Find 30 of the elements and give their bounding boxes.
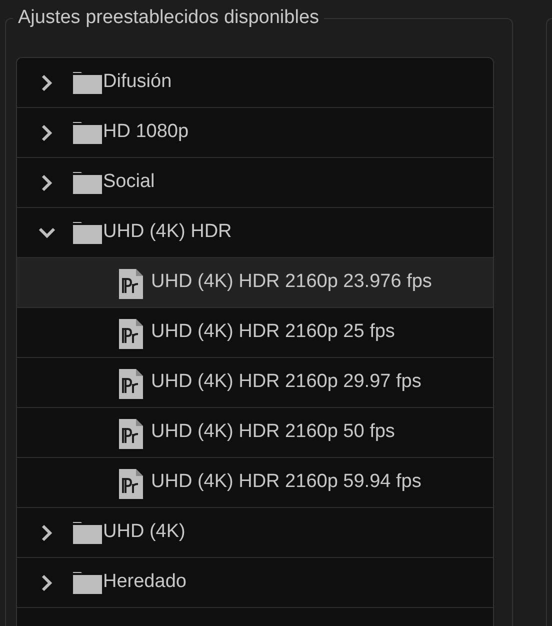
folder-icon — [73, 571, 102, 594]
chevron-down-icon[interactable] — [38, 226, 56, 238]
preset-row[interactable]: UHD (4K) HDR 2160p 23.976 fps — [17, 258, 493, 308]
folder-icon — [73, 71, 102, 94]
folder-name: Difusión — [103, 70, 172, 94]
chevron-right-icon[interactable] — [41, 524, 53, 542]
premiere-file-icon — [119, 318, 143, 348]
folder-name: Heredado — [103, 570, 186, 594]
folder-name: Social — [103, 170, 155, 194]
folder-icon — [73, 221, 102, 244]
preset-name: UHD (4K) HDR 2160p 59.94 fps — [151, 470, 422, 494]
chevron-right-icon[interactable] — [41, 74, 53, 92]
premiere-file-icon — [119, 268, 143, 298]
folder-icon — [73, 171, 102, 194]
chevron-right-icon[interactable] — [41, 124, 53, 142]
folder-name: UHD (4K) HDR — [103, 220, 232, 244]
folder-icon — [73, 521, 102, 544]
preset-name: UHD (4K) HDR 2160p 23.976 fps — [151, 270, 432, 294]
folder-name: HD 1080p — [103, 120, 189, 144]
premiere-file-icon — [119, 418, 143, 448]
premiere-file-icon — [119, 468, 143, 498]
folder-icon — [73, 121, 102, 144]
chevron-right-icon[interactable] — [41, 174, 53, 192]
preset-name: UHD (4K) HDR 2160p 29.97 fps — [151, 370, 422, 394]
folder-row[interactable]: Difusión — [17, 58, 493, 108]
preset-name: UHD (4K) HDR 2160p 50 fps — [151, 420, 395, 444]
chevron-right-icon[interactable] — [41, 574, 53, 592]
premiere-file-icon — [119, 368, 143, 398]
preset-name: UHD (4K) HDR 2160p 25 fps — [151, 320, 395, 344]
folder-name: UHD (4K) — [103, 520, 186, 544]
